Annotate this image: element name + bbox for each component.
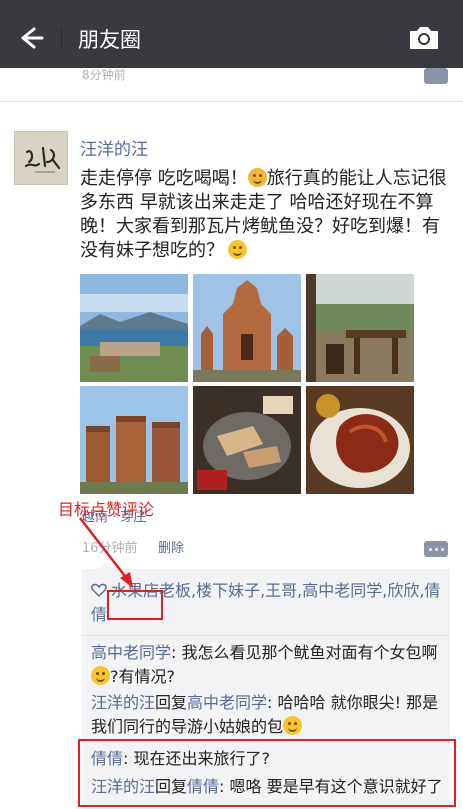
- photo-6-roast-duck[interactable]: [306, 386, 414, 494]
- post-author[interactable]: 汪洋的汪: [80, 135, 148, 160]
- post-separator: [0, 101, 463, 102]
- comment-dots-icon[interactable]: [424, 541, 448, 557]
- post-text: 走走停停 吃吃喝喝！ 旅行真的能让人忘记很多东西 早就该出来走走了 哈哈还好现在不…: [80, 167, 450, 263]
- photo-2-brick-temple[interactable]: [193, 274, 301, 382]
- camera-icon[interactable]: [406, 23, 442, 53]
- comment-text: 我怎么看见那个鱿鱼对面有个女包啊: [181, 643, 438, 662]
- comment-user[interactable]: 高中老同学: [91, 643, 171, 662]
- status-bar: [0, 0, 463, 10]
- smile-emoji-icon: [91, 666, 110, 685]
- post-time: 16分钟前: [82, 541, 138, 556]
- comment-2[interactable]: 汪洋的汪回复高中老同学: 哈哈哈 就你眼尖! 那是我们同行的导游小姑娘的包: [91, 691, 443, 739]
- annotation-box-comments: [78, 739, 456, 807]
- back-arrow-icon[interactable]: [14, 22, 46, 54]
- delete-link[interactable]: 删除: [158, 537, 184, 556]
- photo-4-brick-towers[interactable]: [80, 386, 188, 494]
- comment-text-tail: ?有情况?: [110, 667, 175, 686]
- heart-icon: [91, 583, 107, 597]
- smile-emoji-icon: [228, 240, 247, 259]
- photo-1-coastal-resort[interactable]: [80, 274, 188, 382]
- photo-5-grilled-squid[interactable]: [193, 386, 301, 494]
- nav-divider: [61, 28, 62, 50]
- laugh-emoji-icon: [283, 716, 303, 735]
- annotation-box-like: [107, 590, 163, 620]
- kiss-emoji-icon: [247, 168, 267, 187]
- reply-word: 回复: [155, 693, 188, 712]
- page-title: 朋友圈: [78, 28, 141, 52]
- comment-user[interactable]: 汪洋的汪: [91, 693, 155, 712]
- reply-to-user[interactable]: 高中老同学: [187, 693, 267, 712]
- annotation-label: 目标点赞评论: [58, 500, 155, 519]
- photo-3-lakeside-table[interactable]: [306, 274, 414, 382]
- post-text-part-1: 走走停停 吃吃喝喝！: [80, 168, 248, 189]
- avatar[interactable]: [14, 131, 68, 185]
- comment-1[interactable]: 高中老同学: 我怎么看见那个鱿鱼对面有个女包啊?有情况?: [91, 641, 443, 689]
- prev-comment-dots-icon[interactable]: [424, 68, 448, 84]
- calligraphy-logo-icon: [24, 146, 61, 173]
- prev-post-time: 8分钟前: [82, 68, 126, 82]
- nav-bar: 朋友圈: [0, 10, 463, 68]
- likes-separator: [82, 635, 450, 636]
